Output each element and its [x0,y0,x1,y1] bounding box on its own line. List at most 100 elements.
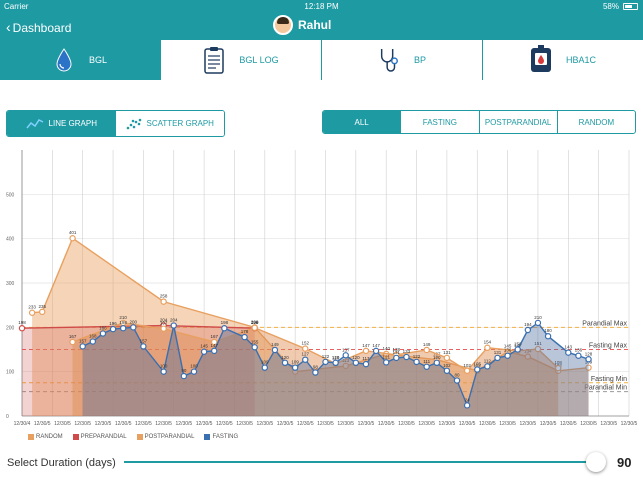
data-point [160,298,167,305]
y-tick-label: 100 [6,370,15,376]
filter-postprandial[interactable]: POSTPARANDIAL [480,111,558,133]
data-point [504,352,511,359]
data-label: 122 [413,354,421,359]
x-tick-label: 12/30/5 [580,421,597,427]
data-point [575,352,582,359]
data-point [463,402,471,409]
x-tick-label: 12/30/5 [155,421,172,427]
data-point [463,367,471,374]
stethoscope-icon [378,45,400,75]
data-label: 147 [210,343,218,348]
filter-all[interactable]: ALL [323,111,402,133]
data-point [514,346,521,353]
tab-hba1c[interactable]: HBA1C [483,40,643,80]
data-point [79,343,86,350]
x-tick-label: 12/30/5 [540,421,557,427]
legend-swatch [136,434,143,440]
battery-icon [623,3,638,10]
nav-bar: ‹ Dashboard Rahul [0,13,643,40]
back-button[interactable]: ‹ Dashboard [6,19,71,35]
legend-label: POSTPARANDIAL [144,434,195,440]
data-label: 105 [473,361,481,366]
data-label: 157 [79,338,87,343]
data-point [534,319,542,327]
data-label: 167 [69,334,77,339]
data-point [322,358,329,366]
data-label: 117 [362,356,370,361]
data-label: 140 [382,346,390,351]
x-tick-label: 12/30/5 [600,421,617,427]
data-point [443,367,451,374]
data-point [99,330,107,337]
user-header: Rahul [273,15,331,35]
data-point [119,325,127,332]
data-label: 128 [585,351,593,356]
data-point [69,338,76,346]
chevron-left-icon: ‹ [6,19,11,35]
tab-label: BP [413,55,426,65]
legend-label: FASTING [212,434,239,440]
x-tick-label: 12/30/4 [14,421,31,427]
data-point [484,363,491,370]
filter-random[interactable]: RANDOM [558,111,635,133]
data-point [180,372,188,380]
data-point [494,354,501,362]
x-tick-label: 12/30/5 [337,421,354,427]
x-tick-label: 12/30/5 [398,421,415,427]
legend-item: POSTPARANDIAL [136,434,195,440]
duration-slider-track[interactable] [124,461,598,463]
x-tick-label: 12/30/5 [135,421,152,427]
data-label: 109 [291,360,299,365]
filter-fasting[interactable]: FASTING [401,111,480,133]
data-point [433,359,440,366]
tab-label: BGL LOG [239,55,279,65]
scatter-graph-button[interactable]: SCATTER GRAPH [115,111,224,136]
x-tick-label: 12/30/5 [277,421,294,427]
data-label: 137 [342,347,350,352]
user-name: Rahul [298,18,332,32]
data-label: 168 [89,334,97,339]
data-label: 147 [362,343,370,348]
x-tick-label: 12/30/5 [378,421,395,427]
data-point [291,364,299,371]
data-label: 100 [190,364,198,369]
data-label: 154 [484,340,492,345]
tab-bgl[interactable]: BGL [0,40,161,80]
data-point [393,354,400,362]
data-point [302,345,309,352]
data-point [160,325,167,332]
duration-slider-handle[interactable] [586,452,606,472]
tab-bp[interactable]: BP [322,40,483,80]
data-label: 102 [463,363,471,368]
data-label: 121 [382,354,390,359]
data-point [484,344,491,351]
data-label: 194 [524,322,532,327]
status-time: 12:18 PM [304,2,339,11]
data-point [332,359,339,366]
data-label: 198 [221,320,229,325]
data-label: 204 [170,318,178,323]
data-label: 150 [514,342,522,347]
data-point [271,346,279,354]
data-label: 80 [455,373,461,378]
tab-label: BGL [88,55,107,65]
app-root: Carrier 12:18 PM 58% ‹ Dashboard Rahul BG… [0,0,643,482]
data-point [474,366,481,373]
line-graph-button[interactable]: LINE GRAPH [7,111,116,136]
data-label: 136 [504,348,512,353]
data-label: 157 [140,338,148,343]
data-point [200,348,208,355]
back-label: Dashboard [12,21,72,35]
x-tick-label: 12/30/5 [621,421,638,427]
data-label: 136 [575,348,583,353]
data-point [130,324,137,331]
data-label: 127 [302,352,310,357]
data-point [28,309,36,316]
scatter-graph-label: SCATTER GRAPH [146,119,214,128]
data-label: 198 [119,320,127,325]
data-point [221,325,228,332]
graph-type-toggle: LINE GRAPH SCATTER GRAPH [6,110,225,137]
tab-bgl-log[interactable]: BGL LOG [161,40,322,80]
data-point [342,352,349,359]
data-point [565,349,572,356]
